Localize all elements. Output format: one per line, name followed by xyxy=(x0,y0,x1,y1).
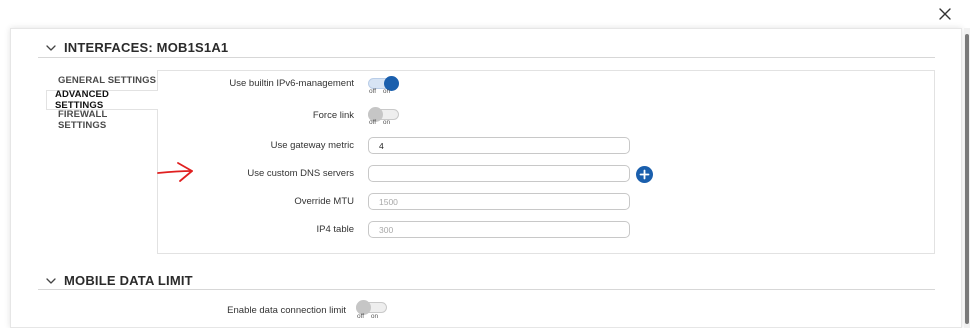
custom-dns-input[interactable] xyxy=(368,165,630,182)
plus-icon xyxy=(639,169,650,180)
section-divider xyxy=(38,57,935,58)
gateway-metric-label: Use gateway metric xyxy=(270,140,354,151)
tab-general-settings[interactable]: GENERAL SETTINGS xyxy=(46,70,158,90)
close-icon xyxy=(939,8,951,20)
ip4-table-input[interactable]: 300 xyxy=(368,221,630,238)
close-button[interactable] xyxy=(937,6,953,22)
section-header-mobile-data-limit[interactable]: MOBILE DATA LIMIT xyxy=(44,273,193,288)
tab-firewall-settings[interactable]: FIREWALL SETTINGS xyxy=(46,109,158,131)
scrollbar-thumb[interactable] xyxy=(965,34,969,324)
override-mtu-input[interactable]: 1500 xyxy=(368,193,630,210)
tab-advanced-settings[interactable]: ADVANCED SETTINGS xyxy=(46,89,158,111)
toggle-caption: off on xyxy=(357,313,379,320)
ipv6-management-label: Use builtin IPv6-management xyxy=(229,78,354,89)
override-mtu-label: Override MTU xyxy=(294,196,354,207)
add-dns-server-button[interactable] xyxy=(636,166,653,183)
red-arrow-annotation xyxy=(157,162,193,182)
data-limit-label: Enable data connection limit xyxy=(227,305,346,316)
gateway-metric-input[interactable]: 4 xyxy=(368,137,630,154)
section-title: INTERFACES: MOB1S1A1 xyxy=(64,40,229,55)
toggle-caption: off on xyxy=(369,88,391,95)
chevron-down-icon xyxy=(46,44,56,51)
custom-dns-label: Use custom DNS servers xyxy=(247,168,354,179)
section-title: MOBILE DATA LIMIT xyxy=(64,273,193,288)
section-divider xyxy=(38,289,935,290)
force-link-label: Force link xyxy=(312,110,354,121)
toggle-caption: off on xyxy=(369,119,391,126)
ip4-table-label: IP4 table xyxy=(316,224,355,235)
chevron-down-icon xyxy=(46,277,56,284)
section-header-interfaces[interactable]: INTERFACES: MOB1S1A1 xyxy=(44,40,228,55)
